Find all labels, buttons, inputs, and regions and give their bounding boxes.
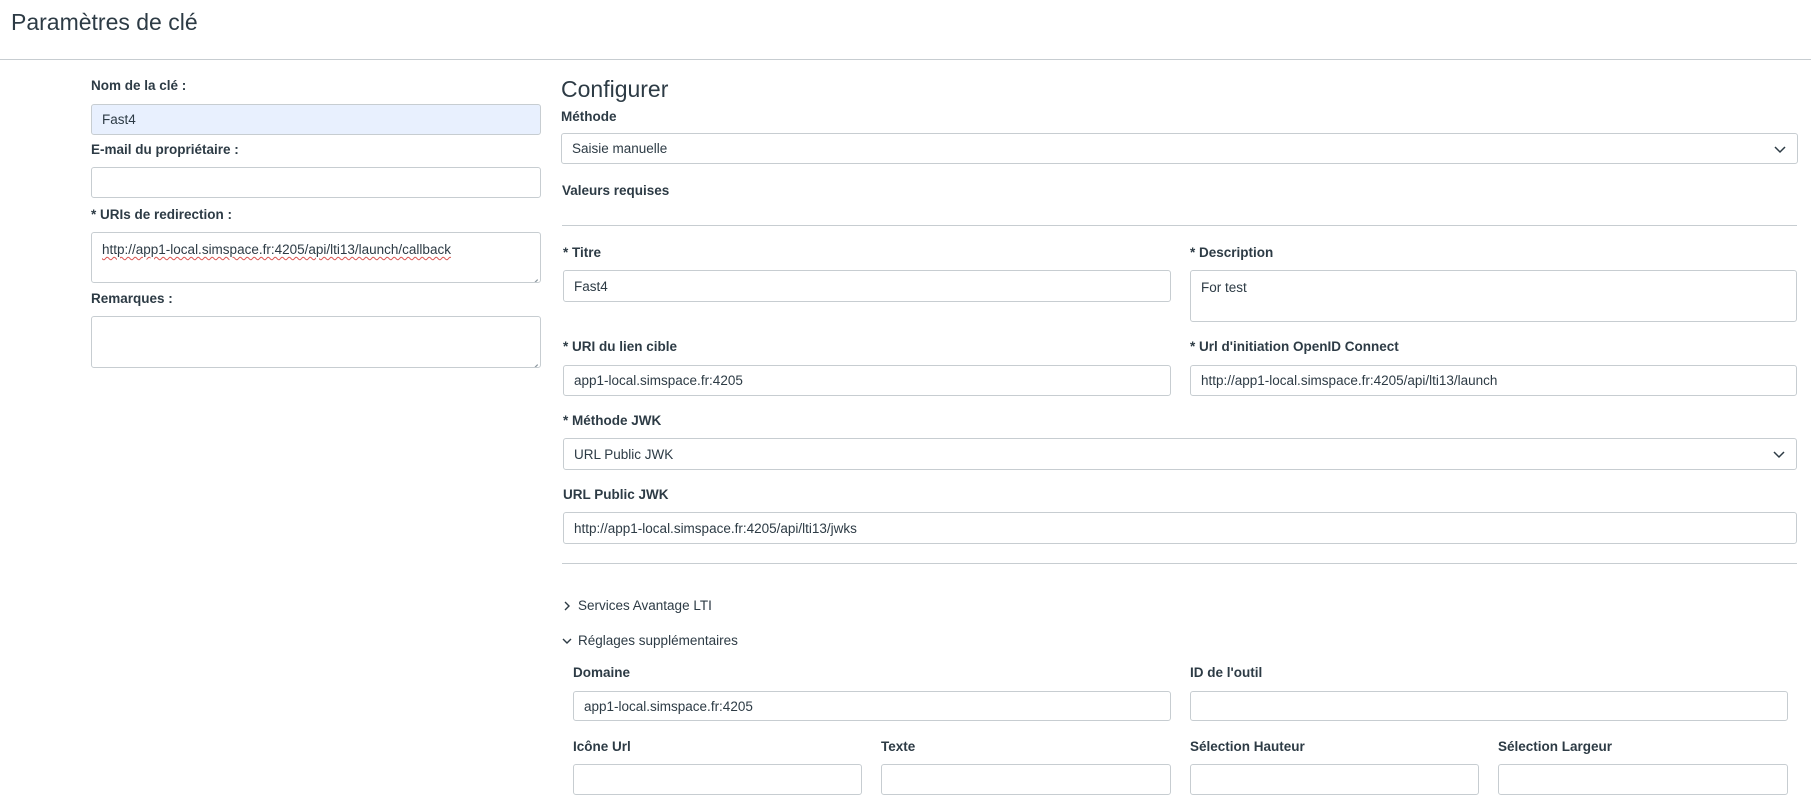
lti-advantage-label: Services Avantage LTI [578,598,712,613]
selection-height-input[interactable] [1190,764,1479,795]
icon-url-label: Icône Url [573,739,631,754]
key-name-value: Fast4 [102,112,136,127]
domain-label: Domaine [573,665,631,680]
jwk-method-label: * Méthode JWK [563,413,662,428]
jwk-method-select[interactable]: URL Public JWK [563,438,1797,470]
selection-height-label: Sélection Hauteur [1190,739,1305,754]
additional-settings-toggle[interactable]: Réglages supplémentaires [562,633,738,648]
lti-advantage-toggle[interactable]: Services Avantage LTI [562,598,712,613]
selection-width-label: Sélection Largeur [1498,739,1613,754]
openid-input[interactable]: http://app1-local.simspace.fr:4205/api/l… [1190,365,1797,396]
description-textarea[interactable]: For test [1190,270,1797,322]
resize-handle-icon[interactable] [530,272,538,280]
public-jwk-value: http://app1-local.simspace.fr:4205/api/l… [574,520,857,536]
key-name-input[interactable]: Fast4 [91,104,541,135]
domain-value: app1-local.simspace.fr:4205 [584,698,753,714]
selection-width-input[interactable] [1498,764,1788,795]
title-label: * Titre [563,245,602,260]
header-divider [0,59,1811,60]
domain-input[interactable]: app1-local.simspace.fr:4205 [573,691,1171,721]
resize-handle-icon[interactable] [530,357,538,365]
notes-textarea[interactable] [91,316,541,368]
additional-settings-label: Réglages supplémentaires [578,633,738,648]
owner-email-input[interactable] [91,167,541,198]
public-jwk-input[interactable]: http://app1-local.simspace.fr:4205/api/l… [563,512,1797,544]
target-link-label: * URI du lien cible [563,339,678,354]
icon-url-input[interactable] [573,764,862,795]
tool-id-label: ID de l'outil [1190,665,1263,680]
text-input[interactable] [881,764,1171,795]
configure-divider [562,563,1797,564]
openid-value: http://app1-local.simspace.fr:4205/api/l… [1201,373,1498,388]
method-label: Méthode [561,109,617,124]
redirect-uris-textarea[interactable]: http://app1-local.simspace.fr:4205/api/l… [91,232,541,283]
configure-title: Configurer [561,76,669,102]
title-value: Fast4 [574,278,608,294]
required-values-label: Valeurs requises [562,183,670,198]
description-label: * Description [1190,245,1274,260]
openid-label: * Url d'initiation OpenID Connect [1190,339,1399,354]
owner-email-label: E-mail du propriétaire : [91,142,239,157]
chevron-right-icon [564,601,570,610]
description-value: For test [1201,280,1247,295]
notes-label: Remarques : [91,291,173,306]
method-select[interactable]: Saisie manuelle [561,133,1798,164]
chevron-down-icon [1774,145,1786,153]
tool-id-input[interactable] [1190,691,1788,721]
public-jwk-label: URL Public JWK [563,487,669,502]
key-name-label: Nom de la clé : [91,78,187,93]
redirect-uris-label: * URIs de redirection : [91,207,233,222]
text-label: Texte [881,739,916,754]
redirect-uris-value: http://app1-local.simspace.fr:4205/api/l… [102,242,451,257]
page-title: Paramètres de clé [11,9,198,35]
required-values-divider [562,225,1797,226]
title-input[interactable]: Fast4 [563,270,1171,302]
target-link-value: app1-local.simspace.fr:4205 [574,373,743,388]
method-value: Saisie manuelle [572,141,668,156]
target-link-input[interactable]: app1-local.simspace.fr:4205 [563,365,1171,396]
chevron-down-icon [562,638,572,644]
jwk-method-value: URL Public JWK [574,446,674,462]
chevron-down-icon [1773,451,1785,459]
